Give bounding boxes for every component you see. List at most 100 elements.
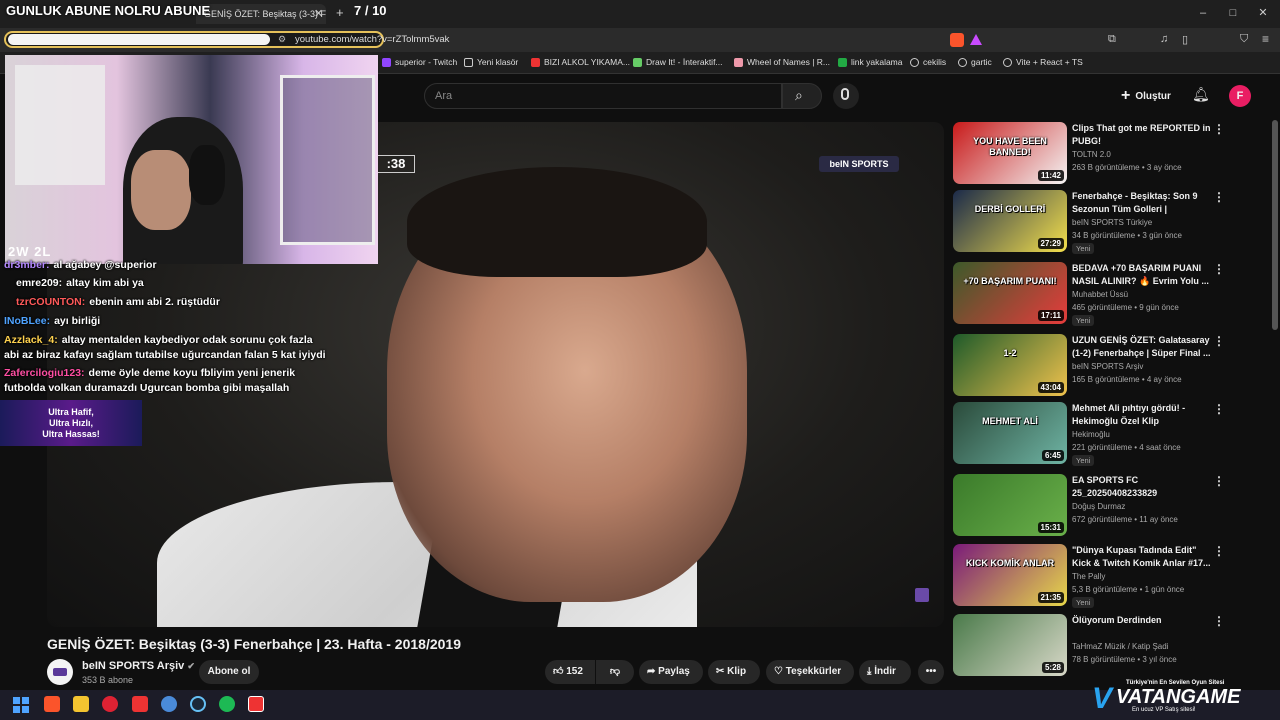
share-button[interactable]: ➦ Paylaş — [639, 660, 703, 684]
more-actions-button[interactable]: ••• — [918, 660, 944, 684]
video-options-icon[interactable]: ⋮ — [1213, 614, 1225, 628]
account-avatar[interactable]: F — [1229, 85, 1251, 107]
recommended-channel-name[interactable]: beIN SPORTS Arşiv — [1072, 362, 1143, 371]
vpn-icon[interactable]: ⛉ — [1240, 33, 1248, 46]
clip-button[interactable]: ✂ Klip — [708, 660, 760, 684]
twitch-icon — [382, 57, 391, 67]
channel-watermark-icon[interactable] — [915, 588, 929, 602]
app-taskbar-icon[interactable] — [248, 696, 264, 712]
recommended-channel-name[interactable]: Muhabbet Üssü — [1072, 290, 1128, 299]
valorant-icon[interactable] — [102, 696, 118, 712]
recommended-video[interactable]: 5:28 Ölüyorum Derdinden TaHmaZ Müzik / Kat… — [953, 614, 1253, 678]
site-settings-icon[interactable]: ⚙ — [278, 34, 286, 45]
bookmark-item[interactable]: BIZI ALKOL YIKAMA... — [531, 57, 630, 67]
recommended-video[interactable]: KICK KOMİK ANLAR 21:35 "Dünya Kupası Tadın… — [953, 544, 1253, 608]
recommended-channel-name[interactable]: Hekimoğlu — [1072, 430, 1110, 439]
video-options-icon[interactable]: ⋮ — [1213, 402, 1225, 416]
maximize-icon[interactable]: □ — [1226, 6, 1240, 20]
bookmark-item[interactable]: Wheel of Names | R... — [734, 57, 830, 67]
recommended-video[interactable]: +70 BAŞARIM PUANI! 17:11 BEDAVA +70 BAŞARI… — [953, 262, 1253, 326]
music-icon[interactable]: ♫ — [1160, 33, 1168, 45]
spotify-icon[interactable] — [219, 696, 235, 712]
tab-close-icon[interactable]: ✕ — [314, 7, 323, 20]
recommended-channel-name[interactable]: Doğuş Durmaz — [1072, 502, 1125, 511]
video-thumbnail[interactable]: 5:28 — [953, 614, 1067, 676]
video-options-icon[interactable]: ⋮ — [1213, 122, 1225, 136]
recommended-video-title[interactable]: Ölüyorum Derdinden — [1072, 614, 1212, 627]
brave-shield-icon[interactable] — [950, 33, 964, 47]
recommended-video[interactable]: YOU HAVE BEEN BANNED! 11:42 Clips That got… — [953, 122, 1253, 186]
recommended-channel-name[interactable]: The Pally — [1072, 572, 1105, 581]
video-thumbnail[interactable]: 15:31 — [953, 474, 1067, 536]
channel-name[interactable]: beIN SPORTS Arşiv ✔ — [82, 660, 195, 672]
video-options-icon[interactable]: ⋮ — [1213, 190, 1225, 204]
video-thumbnail[interactable]: 1-2 43:04 — [953, 334, 1067, 396]
subscribe-button[interactable]: Abone ol — [199, 660, 259, 684]
extensions-icon[interactable]: ⧉ — [1108, 33, 1116, 46]
file-explorer-icon[interactable] — [73, 696, 89, 712]
recommended-video[interactable]: DERBİ GOLLERİ 27:29 Fenerbahçe - Beşiktaş:… — [953, 190, 1253, 254]
bookmark-item[interactable]: link yakalama — [838, 57, 903, 67]
video-options-icon[interactable]: ⋮ — [1213, 334, 1225, 348]
recommended-video-title[interactable]: EA SPORTS FC 25_20250408233829 — [1072, 474, 1212, 500]
menu-icon[interactable]: ≡ — [1262, 32, 1269, 46]
browser-tab-active[interactable]: GENİŞ ÖZET: Beşiktaş (3-3) Fener — [196, 4, 326, 24]
recommended-video-title[interactable]: BEDAVA +70 BAŞARIM PUANI NASIL ALINIR? 🔥… — [1072, 262, 1212, 288]
video-thumbnail[interactable]: DERBİ GOLLERİ 27:29 — [953, 190, 1067, 252]
recommended-video-meta: 165 B görüntüleme • 4 ay önce — [1072, 375, 1182, 384]
app-taskbar-icon[interactable] — [161, 696, 177, 712]
channel-avatar[interactable] — [47, 659, 73, 685]
video-options-icon[interactable]: ⋮ — [1213, 474, 1225, 488]
steam-icon[interactable] — [190, 696, 206, 712]
brave-rewards-icon[interactable] — [970, 34, 982, 45]
recommended-channel-name[interactable]: TaHmaZ Müzik / Katip Şadi — [1072, 642, 1168, 651]
thanks-button[interactable]: ♡ Teşekkürler — [766, 660, 854, 684]
scissors-icon: ✂ — [716, 666, 725, 677]
download-button[interactable]: ⤓ İndir — [859, 660, 911, 684]
recommended-channel-name[interactable]: TOLTN 2.0 — [1072, 150, 1111, 159]
vatan-brand: VATANGAME — [1116, 686, 1241, 708]
recommended-video-title[interactable]: UZUN GENİŞ ÖZET: Galatasaray (1-2) Fener… — [1072, 334, 1212, 360]
notifications-bell-icon[interactable]: 🔔︎ — [1192, 86, 1210, 103]
windows-start-icon[interactable] — [13, 697, 29, 713]
recommended-video-title[interactable]: Clips That got me REPORTED in PUBG! — [1072, 122, 1212, 148]
dislike-button[interactable]: 👎︎ — [596, 660, 634, 684]
recommended-video-title[interactable]: Mehmet Ali pıhtıyı gördü! - Hekimoğlu Öz… — [1072, 402, 1212, 428]
recommended-channel-name[interactable]: beIN SPORTS Türkiye — [1072, 218, 1152, 227]
recommended-video[interactable]: 1-2 43:04 UZUN GENİŞ ÖZET: Galatasaray (1-… — [953, 334, 1253, 398]
recommended-video[interactable]: MEHMET ALİ 6:45 Mehmet Ali pıhtıyı gördü! … — [953, 402, 1253, 466]
create-button[interactable]: + Oluştur — [1121, 87, 1171, 105]
new-tab-icon[interactable]: + — [336, 5, 344, 20]
like-button[interactable]: 👍︎ 152 — [545, 660, 595, 684]
video-thumbnail[interactable]: MEHMET ALİ 6:45 — [953, 402, 1067, 464]
video-thumbnail[interactable]: YOU HAVE BEEN BANNED! 11:42 — [953, 122, 1067, 184]
vatangame-ad-overlay: Türkiye'nin En Sevilen Oyun Sitesi V VAT… — [1092, 680, 1276, 716]
thumbnail-caption: KICK KOMİK ANLAR — [965, 558, 1055, 568]
voice-search-button[interactable] — [833, 83, 859, 109]
minimize-icon[interactable]: – — [1196, 6, 1210, 20]
app-taskbar-icon[interactable] — [132, 696, 148, 712]
bookmark-item[interactable]: superior - Twitch — [382, 57, 457, 67]
bookmark-item[interactable]: cekilis — [910, 57, 946, 67]
recommended-video-title[interactable]: "Dünya Kupası Tadında Edit" Kick & Twitc… — [1072, 544, 1212, 570]
close-window-icon[interactable]: ✕ — [1256, 6, 1270, 20]
video-thumbnail[interactable]: +70 BAŞARIM PUANI! 17:11 — [953, 262, 1067, 324]
download-icon: ⤓ — [867, 666, 872, 677]
recommended-video-title[interactable]: Fenerbahçe - Beşiktaş: Son 9 Sezonun Tüm… — [1072, 190, 1212, 216]
video-options-icon[interactable]: ⋮ — [1213, 544, 1225, 558]
bookmark-item[interactable]: Yeni klasör — [464, 57, 518, 67]
url-text[interactable]: youtube.com/watch?v=rZTolmm5vak — [295, 34, 449, 45]
bookmark-item[interactable]: gartic — [958, 57, 992, 67]
chat-message-continued: futbolda volkan duramazdı Ugurcan bomba … — [4, 382, 290, 394]
search-input[interactable]: Ara — [424, 83, 782, 109]
video-options-icon[interactable]: ⋮ — [1213, 262, 1225, 276]
recommended-video[interactable]: 15:31 EA SPORTS FC 25_20250408233829 Doğuş… — [953, 474, 1253, 538]
brave-taskbar-icon[interactable] — [44, 696, 60, 712]
bookmark-item[interactable]: Draw It! - İnteraktif... — [633, 57, 723, 67]
bookmark-item[interactable]: Vite + React + TS — [1003, 57, 1083, 67]
page-scrollbar[interactable] — [1272, 120, 1278, 330]
sidebar-toggle-icon[interactable]: ▯ — [1182, 33, 1188, 46]
video-thumbnail[interactable]: KICK KOMİK ANLAR 21:35 — [953, 544, 1067, 606]
video-duration: 43:04 — [1037, 382, 1064, 393]
search-button[interactable]: ⌕ — [782, 83, 822, 109]
